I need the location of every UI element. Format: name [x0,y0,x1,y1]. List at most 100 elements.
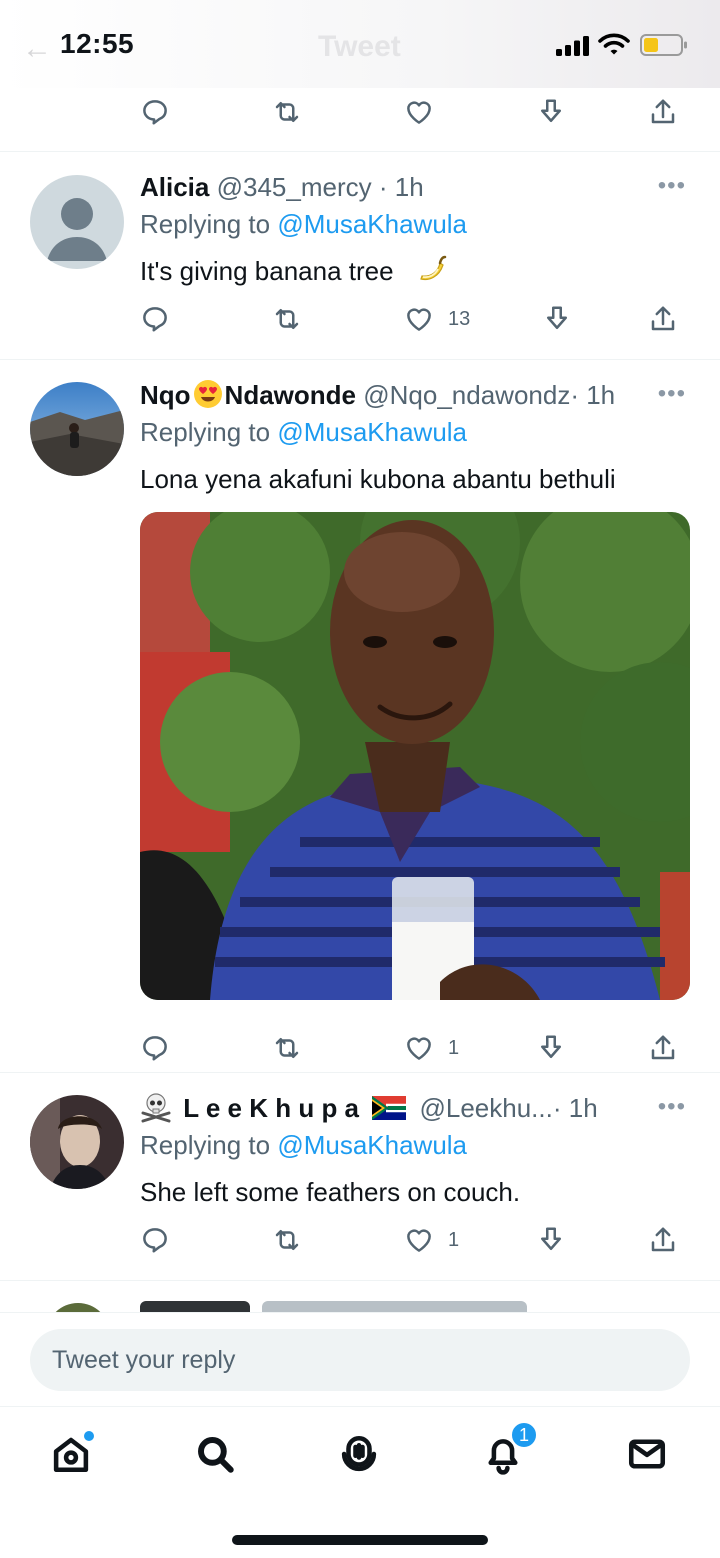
cellular-signal-icon [556,36,589,56]
mail-icon [628,1439,666,1469]
replying-to: Replying to @MusaKhawula [140,417,467,448]
banana-icon [420,255,447,281]
reply-button[interactable] [140,92,170,132]
like-button[interactable]: 1 [404,1220,459,1260]
avatar-photo-icon [30,382,124,476]
like-button[interactable] [404,92,434,132]
share-icon [651,306,675,331]
back-arrow-icon[interactable]: ← [22,32,52,66]
download-arrow-icon [547,306,567,329]
tab-search[interactable] [190,1429,240,1479]
replying-prefix: Replying to [140,209,271,239]
heart-icon [407,1229,431,1252]
heart-eyes-icon [193,380,222,409]
replying-prefix: Replying to [140,417,271,447]
tweet-time: · 1h [552,1093,598,1123]
share-button[interactable] [648,92,678,132]
tab-home[interactable] [46,1429,96,1479]
home-unread-dot [84,1431,94,1441]
like-count: 1 [448,1036,460,1059]
header-title: Tweet [318,30,401,63]
avatar-photo-icon [30,1095,124,1189]
avatar[interactable] [30,1095,124,1189]
tab-notifications[interactable]: 1 [478,1421,538,1479]
bottom-tab-bar: 1 [0,1406,720,1558]
avatar[interactable] [46,1303,110,1312]
timeline[interactable]: Alicia @345_mercy · 1h ••• Replying to @… [0,88,720,1312]
avatar[interactable] [30,175,124,269]
retweet-icon [275,1230,299,1250]
reply-button[interactable] [140,1028,170,1068]
display-name[interactable]: L e e K h u p a [183,1093,359,1123]
share-icon [651,1035,675,1060]
more-options-icon[interactable]: ••• [658,380,686,408]
display-name-part2[interactable]: Ndawonde [225,380,356,410]
south-africa-flag-icon [372,1096,407,1121]
tab-spaces[interactable] [334,1429,384,1479]
tweet-nqo-ndawonde[interactable]: Nqo Ndawonde @Nqo_ndawondz· 1h ••• Reply… [0,360,720,1072]
reply-button[interactable] [140,299,170,339]
reply-icon [143,307,167,332]
more-options-icon[interactable]: ••• [658,1093,686,1121]
photo-image [140,512,690,1000]
tweet-header: Alicia @345_mercy · 1h [140,172,424,203]
tweet-header: L e e K h u p a @Leekhu...· 1h [140,1093,598,1124]
previous-tweet-actions [0,92,720,132]
reply-composer [0,1312,720,1406]
partial-name-text [140,1301,250,1312]
skull-crossbones-icon [141,1093,171,1123]
retweet-button[interactable] [272,1220,302,1260]
user-handle[interactable]: @Leekhu... [419,1093,552,1123]
tab-messages[interactable] [622,1429,672,1479]
wifi-icon [598,33,630,55]
replying-prefix: Replying to [140,1130,271,1160]
download-button[interactable] [536,1028,566,1068]
share-button[interactable] [648,1028,678,1068]
mention-link[interactable]: @MusaKhawula [277,209,467,239]
retweet-icon [275,1038,299,1058]
replying-to: Replying to @MusaKhawula [140,1130,467,1161]
share-icon [651,99,675,124]
battery-icon [640,34,687,56]
tweet-time: · 1h [378,172,424,202]
share-button[interactable] [648,299,678,339]
download-button[interactable] [536,1220,566,1260]
home-indicator [232,1535,488,1545]
retweet-button[interactable] [272,1028,302,1068]
download-button[interactable] [536,92,566,132]
download-button[interactable] [542,299,572,339]
tweet-partial[interactable] [0,1281,720,1312]
default-avatar-icon [30,175,124,269]
user-handle[interactable]: @345_mercy [217,172,372,202]
tweet-alicia[interactable]: Alicia @345_mercy · 1h ••• Replying to @… [0,152,720,360]
tweet-header: Nqo Ndawonde @Nqo_ndawondz· 1h [140,380,615,411]
tweet-actions: 13 [0,299,720,339]
reply-button[interactable] [140,1220,170,1260]
retweet-button[interactable] [272,299,302,339]
share-button[interactable] [648,1220,678,1260]
display-name[interactable]: Alicia [140,172,209,202]
replying-to: Replying to @MusaKhawula [140,209,467,240]
spaces-microphone-icon [341,1435,377,1472]
share-icon [651,1227,675,1252]
download-arrow-icon [541,99,561,122]
display-name-part1[interactable]: Nqo [140,380,191,410]
retweet-button[interactable] [272,92,302,132]
more-options-icon[interactable]: ••• [658,172,686,200]
tweet-reply-input[interactable] [30,1329,690,1391]
mention-link[interactable]: @MusaKhawula [277,1130,467,1160]
tweet-photo[interactable] [140,512,690,1000]
mention-link[interactable]: @MusaKhawula [277,417,467,447]
like-button[interactable]: 13 [404,299,470,339]
tweet-text: She left some feathers on couch. [140,1177,521,1207]
retweet-icon [275,309,299,329]
reply-icon [143,1036,167,1061]
tweet-time: · 1h [570,380,616,410]
like-button[interactable]: 1 [404,1028,459,1068]
partial-handle-text [262,1301,527,1312]
user-handle[interactable]: @Nqo_ndawondz [363,380,570,410]
avatar[interactable] [30,382,124,476]
tweet-lee-khupa[interactable]: L e e K h u p a @Leekhu...· 1h ••• Reply… [0,1073,720,1281]
tweet-actions: 1 [0,1220,720,1260]
like-count: 1 [448,1228,460,1251]
